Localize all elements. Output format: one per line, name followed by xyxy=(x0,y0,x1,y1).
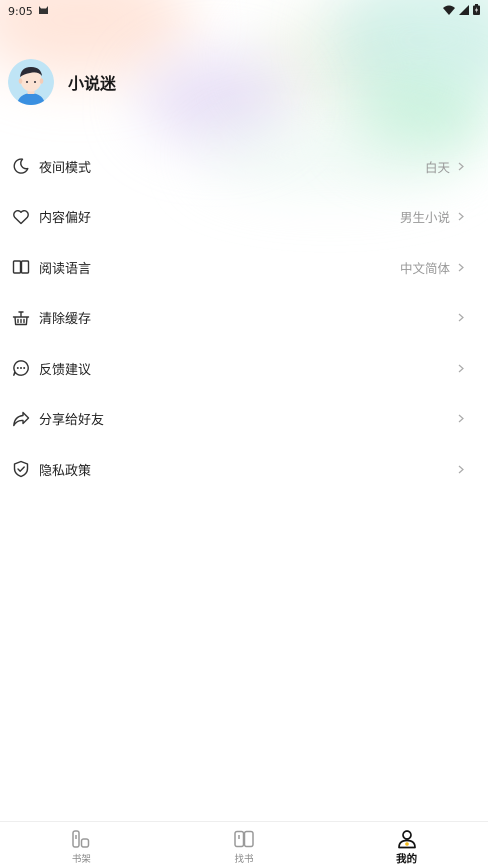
menu-item-night-mode[interactable]: 夜间模式 白天 xyxy=(0,141,488,192)
chevron-right-icon xyxy=(458,414,466,424)
profile-header[interactable]: 小说迷 xyxy=(8,59,116,105)
shield-icon xyxy=(12,460,30,478)
wifi-icon xyxy=(443,5,455,18)
moon-icon xyxy=(12,157,30,175)
avatar[interactable] xyxy=(8,59,54,105)
menu-item-label: 分享给好友 xyxy=(39,413,105,429)
menu-item-share[interactable]: 分享给好友 xyxy=(0,394,488,445)
tab-label: 书架 xyxy=(71,854,91,865)
menu-item-value: 白天 xyxy=(424,159,450,175)
chevron-right-icon xyxy=(458,363,466,373)
status-left: 9:05 xyxy=(8,5,49,18)
status-right xyxy=(443,4,480,18)
chevron-right-icon xyxy=(458,212,466,222)
chevron-right-icon xyxy=(458,161,466,171)
tab-label: 我的 xyxy=(396,853,418,865)
settings-menu: 夜间模式 白天 内容偏好 男生小说 阅读语言 中文简体 清除缓存 反馈建议 分享… xyxy=(0,141,488,495)
tab-find-book[interactable]: 找书 xyxy=(163,822,326,868)
status-time: 9:05 xyxy=(8,4,33,18)
menu-item-label: 清除缓存 xyxy=(39,312,92,328)
menu-item-value: 男生小说 xyxy=(399,210,450,226)
cat-notification-icon xyxy=(38,5,49,18)
chevron-right-icon xyxy=(458,464,466,474)
status-bar: 9:05 xyxy=(0,0,488,22)
menu-item-reading-language[interactable]: 阅读语言 中文简体 xyxy=(0,242,488,293)
menu-item-feedback[interactable]: 反馈建议 xyxy=(0,343,488,394)
profile-icon xyxy=(396,828,418,850)
menu-item-label: 阅读语言 xyxy=(39,261,92,277)
app-root: 9:05 小说迷 夜间模式 白天 内容偏好 男生小说 阅读语言 中文简体 清除缓… xyxy=(0,0,488,868)
bookshelf-icon xyxy=(70,828,92,850)
menu-item-label: 隐私政策 xyxy=(39,463,92,479)
bottom-tab-bar: 书架 找书 我的 xyxy=(0,821,488,868)
background-blob xyxy=(250,10,410,110)
basket-icon xyxy=(12,309,30,327)
background-blob xyxy=(140,55,290,145)
username: 小说迷 xyxy=(68,74,117,93)
menu-item-label: 内容偏好 xyxy=(39,211,92,227)
menu-item-privacy-policy[interactable]: 隐私政策 xyxy=(0,444,488,495)
chevron-right-icon xyxy=(458,262,466,272)
book-open-icon xyxy=(12,258,30,276)
menu-item-content-preference[interactable]: 内容偏好 男生小说 xyxy=(0,192,488,243)
find-book-icon xyxy=(233,828,255,850)
menu-item-value: 中文简体 xyxy=(399,260,450,276)
menu-item-label: 夜间模式 xyxy=(39,160,92,176)
tab-mine[interactable]: 我的 xyxy=(325,822,488,868)
share-icon xyxy=(12,410,30,428)
menu-item-clear-cache[interactable]: 清除缓存 xyxy=(0,293,488,344)
heart-icon xyxy=(12,208,30,226)
signal-icon xyxy=(459,4,469,18)
menu-item-label: 反馈建议 xyxy=(39,362,92,378)
chevron-right-icon xyxy=(458,313,466,323)
tab-bookshelf[interactable]: 书架 xyxy=(0,822,163,868)
battery-icon xyxy=(473,4,480,18)
tab-label: 找书 xyxy=(234,854,254,865)
chat-bubble-icon xyxy=(12,359,30,377)
